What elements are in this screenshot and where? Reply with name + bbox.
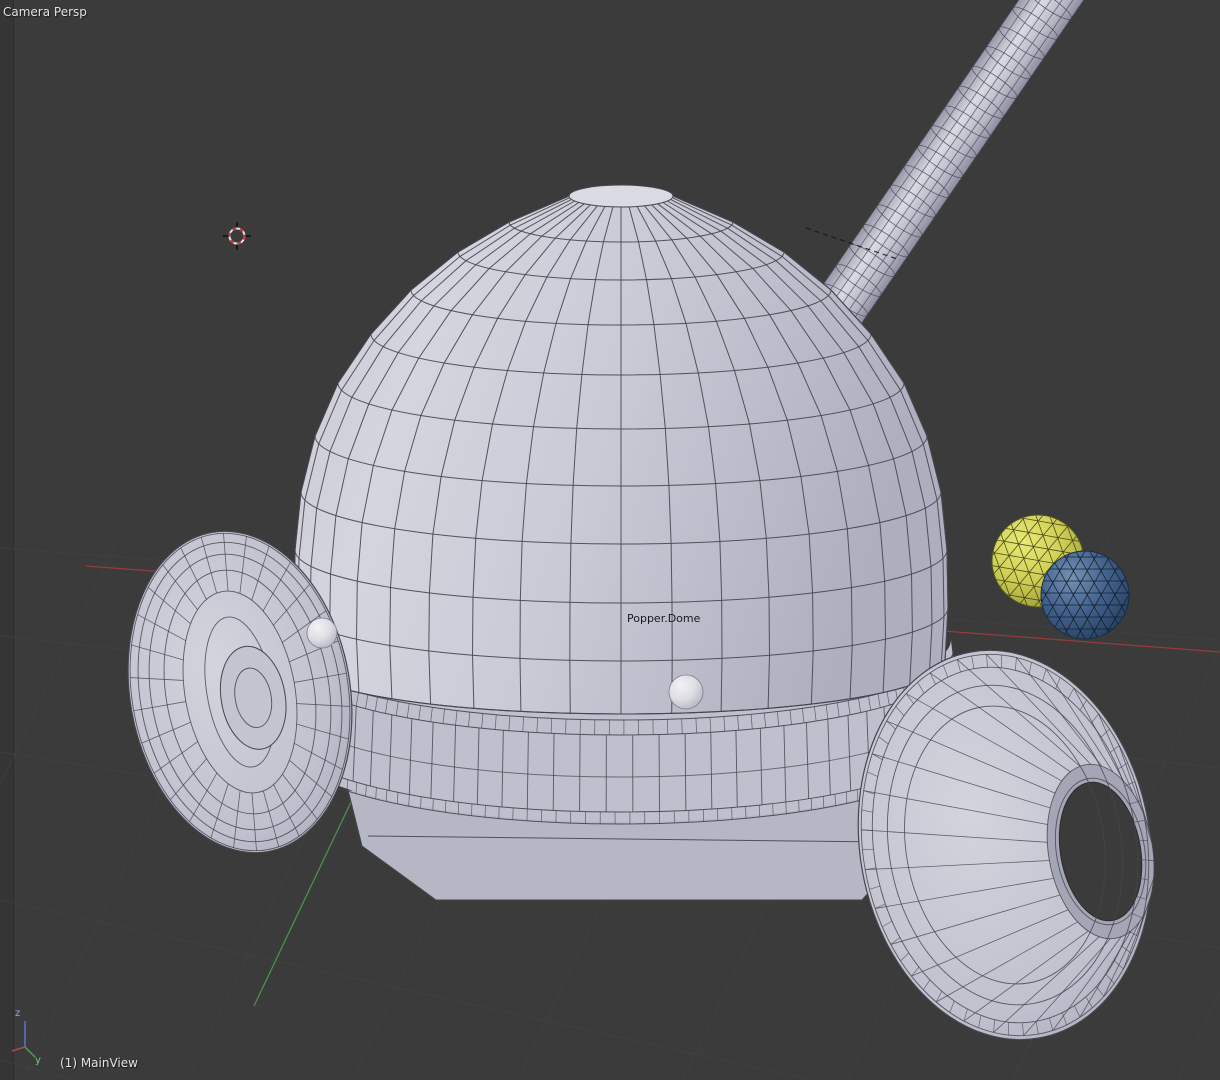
blender-3d-viewport[interactable]: Camera Persp Popper.Dome (1) MainView z … <box>0 0 1220 1080</box>
viewport-canvas[interactable] <box>0 0 1220 1080</box>
